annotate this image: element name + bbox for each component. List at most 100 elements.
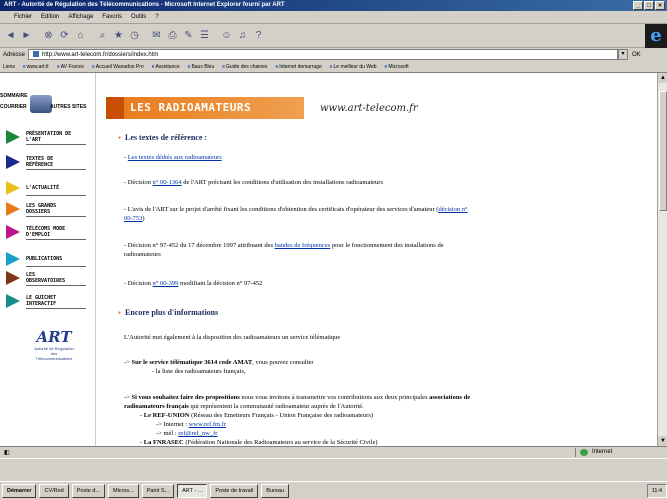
maximize-button[interactable]: □: [644, 1, 654, 10]
propositions-text: -> Si vous souhaitez faire des propositi…: [124, 393, 656, 411]
service-amat-text: -> Sur le service télématique 3614 code …: [124, 358, 314, 367]
list-text: modifiant la décision n° 97-452: [178, 280, 263, 287]
list-text: pour le fonctionnement des installations…: [330, 242, 444, 249]
status-bar: ◧ Internet: [0, 446, 667, 458]
menu-edition[interactable]: Edition: [41, 11, 59, 23]
favorites-icon[interactable]: ★: [112, 29, 125, 43]
link-item[interactable]: Guide des chaines: [222, 64, 267, 70]
taskbar-item[interactable]: Paint S...: [141, 483, 175, 498]
summary-link[interactable]: SOMMAIRE: [0, 93, 28, 99]
link-item[interactable]: Accueil Wanadoo Pro: [92, 64, 144, 70]
list-item: - Les textes dédiés aux radioamateurs: [124, 153, 222, 162]
decision-00-399-link[interactable]: n° 00-399: [153, 280, 179, 287]
decision-00-1364-link[interactable]: n° 00-1364: [153, 179, 182, 186]
textes-radioamateurs-link[interactable]: Les textes dédiés aux radioamateurs: [128, 154, 222, 161]
list-prefix: - Décision: [124, 179, 153, 186]
item-underline: [26, 195, 86, 196]
vertical-scrollbar[interactable]: ▲ ▼: [657, 73, 667, 446]
courrier-link[interactable]: COURRIER: [0, 104, 27, 110]
link-item[interactable]: www.art.fr: [23, 64, 49, 70]
sidebar-item-guichet[interactable]: LE GUICHET INTERACTIF: [6, 294, 94, 309]
stop-icon[interactable]: ⊗: [42, 29, 55, 43]
decision-link[interactable]: décision n°: [438, 206, 467, 213]
discuss-icon[interactable]: ☰: [198, 29, 211, 43]
menu-affichage[interactable]: Affichage: [68, 11, 93, 23]
address-input[interactable]: http://www.art-telecom.fr/dossiers/index…: [28, 49, 619, 60]
scroll-up-icon[interactable]: ▲: [658, 73, 667, 83]
item-underline: [26, 144, 86, 145]
sidebar-item-telecoms[interactable]: TÉLÉCOMS MODE D'EMPLOI: [6, 225, 94, 240]
edit-icon[interactable]: ✎: [182, 29, 195, 43]
taskbar-item[interactable]: Poste d...: [71, 483, 105, 498]
sidebar-item-publications[interactable]: PUBLICATIONS: [6, 252, 94, 267]
history-icon[interactable]: ◷: [128, 29, 141, 43]
flag-icon: [6, 155, 20, 169]
other-sites-link[interactable]: AUTRES SITES: [50, 104, 86, 110]
research-icon[interactable]: ?: [252, 29, 265, 43]
ref-mail-item: -> mél : ref@ref_nw_fr: [156, 429, 217, 438]
search-icon[interactable]: ⌕: [96, 29, 109, 43]
list-item: - Décision n° 00-399 modifiant la décisi…: [124, 279, 262, 288]
taskbar-item[interactable]: Micros...: [107, 483, 139, 498]
art-logo[interactable]: ART Autorité de Régulation des Télécommu…: [34, 328, 74, 388]
menu-help[interactable]: ?: [155, 11, 158, 23]
back-icon[interactable]: ◄: [4, 29, 17, 43]
messenger-icon[interactable]: ☺: [220, 29, 233, 43]
address-bar: Adresse http://www.art-telecom.fr/dossie…: [0, 48, 667, 61]
address-dropdown-icon[interactable]: ▾: [618, 49, 629, 60]
list-text: qui représentent la communauté radioamat…: [188, 403, 364, 410]
sidebar-item-presentation[interactable]: PRÉSENTATION DE L'ART: [6, 130, 94, 145]
taskbar-item[interactable]: Bureau: [261, 483, 290, 498]
menu-outils[interactable]: Outils: [131, 11, 146, 23]
sidebar-item-label: PRÉSENTATION DE L'ART: [26, 131, 72, 143]
bold-text: Le REF-UNION: [143, 412, 190, 419]
address-label: Adresse: [3, 51, 26, 58]
home-icon[interactable]: ⌂: [74, 29, 87, 43]
taskbar-item[interactable]: CV/Red: [39, 483, 69, 498]
bold-text: La FNRASEC: [143, 439, 184, 446]
item-underline: [26, 266, 86, 267]
menu-fichier[interactable]: Fichier: [14, 11, 32, 23]
menu-favoris[interactable]: Favoris: [102, 11, 122, 23]
refresh-icon[interactable]: ⟳: [58, 29, 71, 43]
print-icon[interactable]: ⎙: [166, 29, 179, 43]
link-item[interactable]: AV France: [57, 64, 84, 70]
link-item[interactable]: Le meilleur du Web: [330, 64, 377, 70]
list-text: radioamateurs: [124, 251, 161, 258]
link-item[interactable]: Microsoft: [385, 64, 408, 70]
sidebar-item-label: TEXTES DE RÉFÉRENCE: [26, 156, 54, 168]
forward-icon[interactable]: ►: [20, 29, 33, 43]
link-item[interactable]: Assistance: [152, 64, 179, 70]
taskbar-item[interactable]: Poste de travail: [210, 483, 259, 498]
links-label: Liens: [3, 63, 15, 70]
menu-bar: Fichier Edition Affichage Favoris Outils…: [0, 11, 667, 24]
system-clock[interactable]: 11:4: [646, 483, 667, 498]
scroll-thumb[interactable]: [659, 91, 667, 211]
mail-icon[interactable]: ✉: [150, 29, 163, 43]
list-text: - Décision n° 97-452 du 17 décembre 1997…: [124, 242, 275, 249]
list-text: -> Internet :: [156, 421, 189, 428]
sidebar-item-label: PUBLICATIONS: [26, 256, 63, 262]
sidebar-item-textes[interactable]: TEXTES DE RÉFÉRENCE: [6, 155, 94, 170]
close-button[interactable]: ×: [655, 1, 665, 10]
minimize-button[interactable]: _: [633, 1, 643, 10]
sidebar-item-observatoires[interactable]: LES OBSERVATOIRES: [6, 271, 94, 286]
art-logo-subtitle: Autorité de Régulation des Télécommunica…: [34, 346, 74, 361]
window-title-bar[interactable]: ART - Autorité de Régulation des Télécom…: [0, 0, 667, 11]
link-item[interactable]: Baux Bleu: [188, 64, 214, 70]
start-button[interactable]: Démarrer: [2, 483, 37, 498]
sidebar-item-actualite[interactable]: L'ACTUALITÉ: [6, 181, 94, 196]
decision-00-753-link[interactable]: 00-753: [124, 215, 142, 222]
section-heading-informations: Encore plus d'informations: [118, 308, 218, 317]
taskbar-item-active[interactable]: ART - ...: [177, 483, 208, 498]
go-button[interactable]: OK: [632, 52, 641, 58]
link-item[interactable]: Internet demarrage: [275, 64, 322, 70]
media-icon[interactable]: ♫: [236, 29, 249, 43]
sidebar-item-dossiers[interactable]: LES GRANDS DOSSIERS: [6, 202, 94, 217]
ref-website-link[interactable]: www.ref.fm.fr: [189, 421, 226, 428]
scroll-down-icon[interactable]: ▼: [658, 436, 667, 446]
flag-icon: [6, 294, 20, 308]
links-bar: Liens www.art.fr AV France Accueil Wanad…: [0, 61, 667, 73]
ref-mail-link[interactable]: ref@ref_nw_fr: [178, 430, 217, 437]
bandes-frequences-link[interactable]: bandes de fréquences: [275, 242, 331, 249]
